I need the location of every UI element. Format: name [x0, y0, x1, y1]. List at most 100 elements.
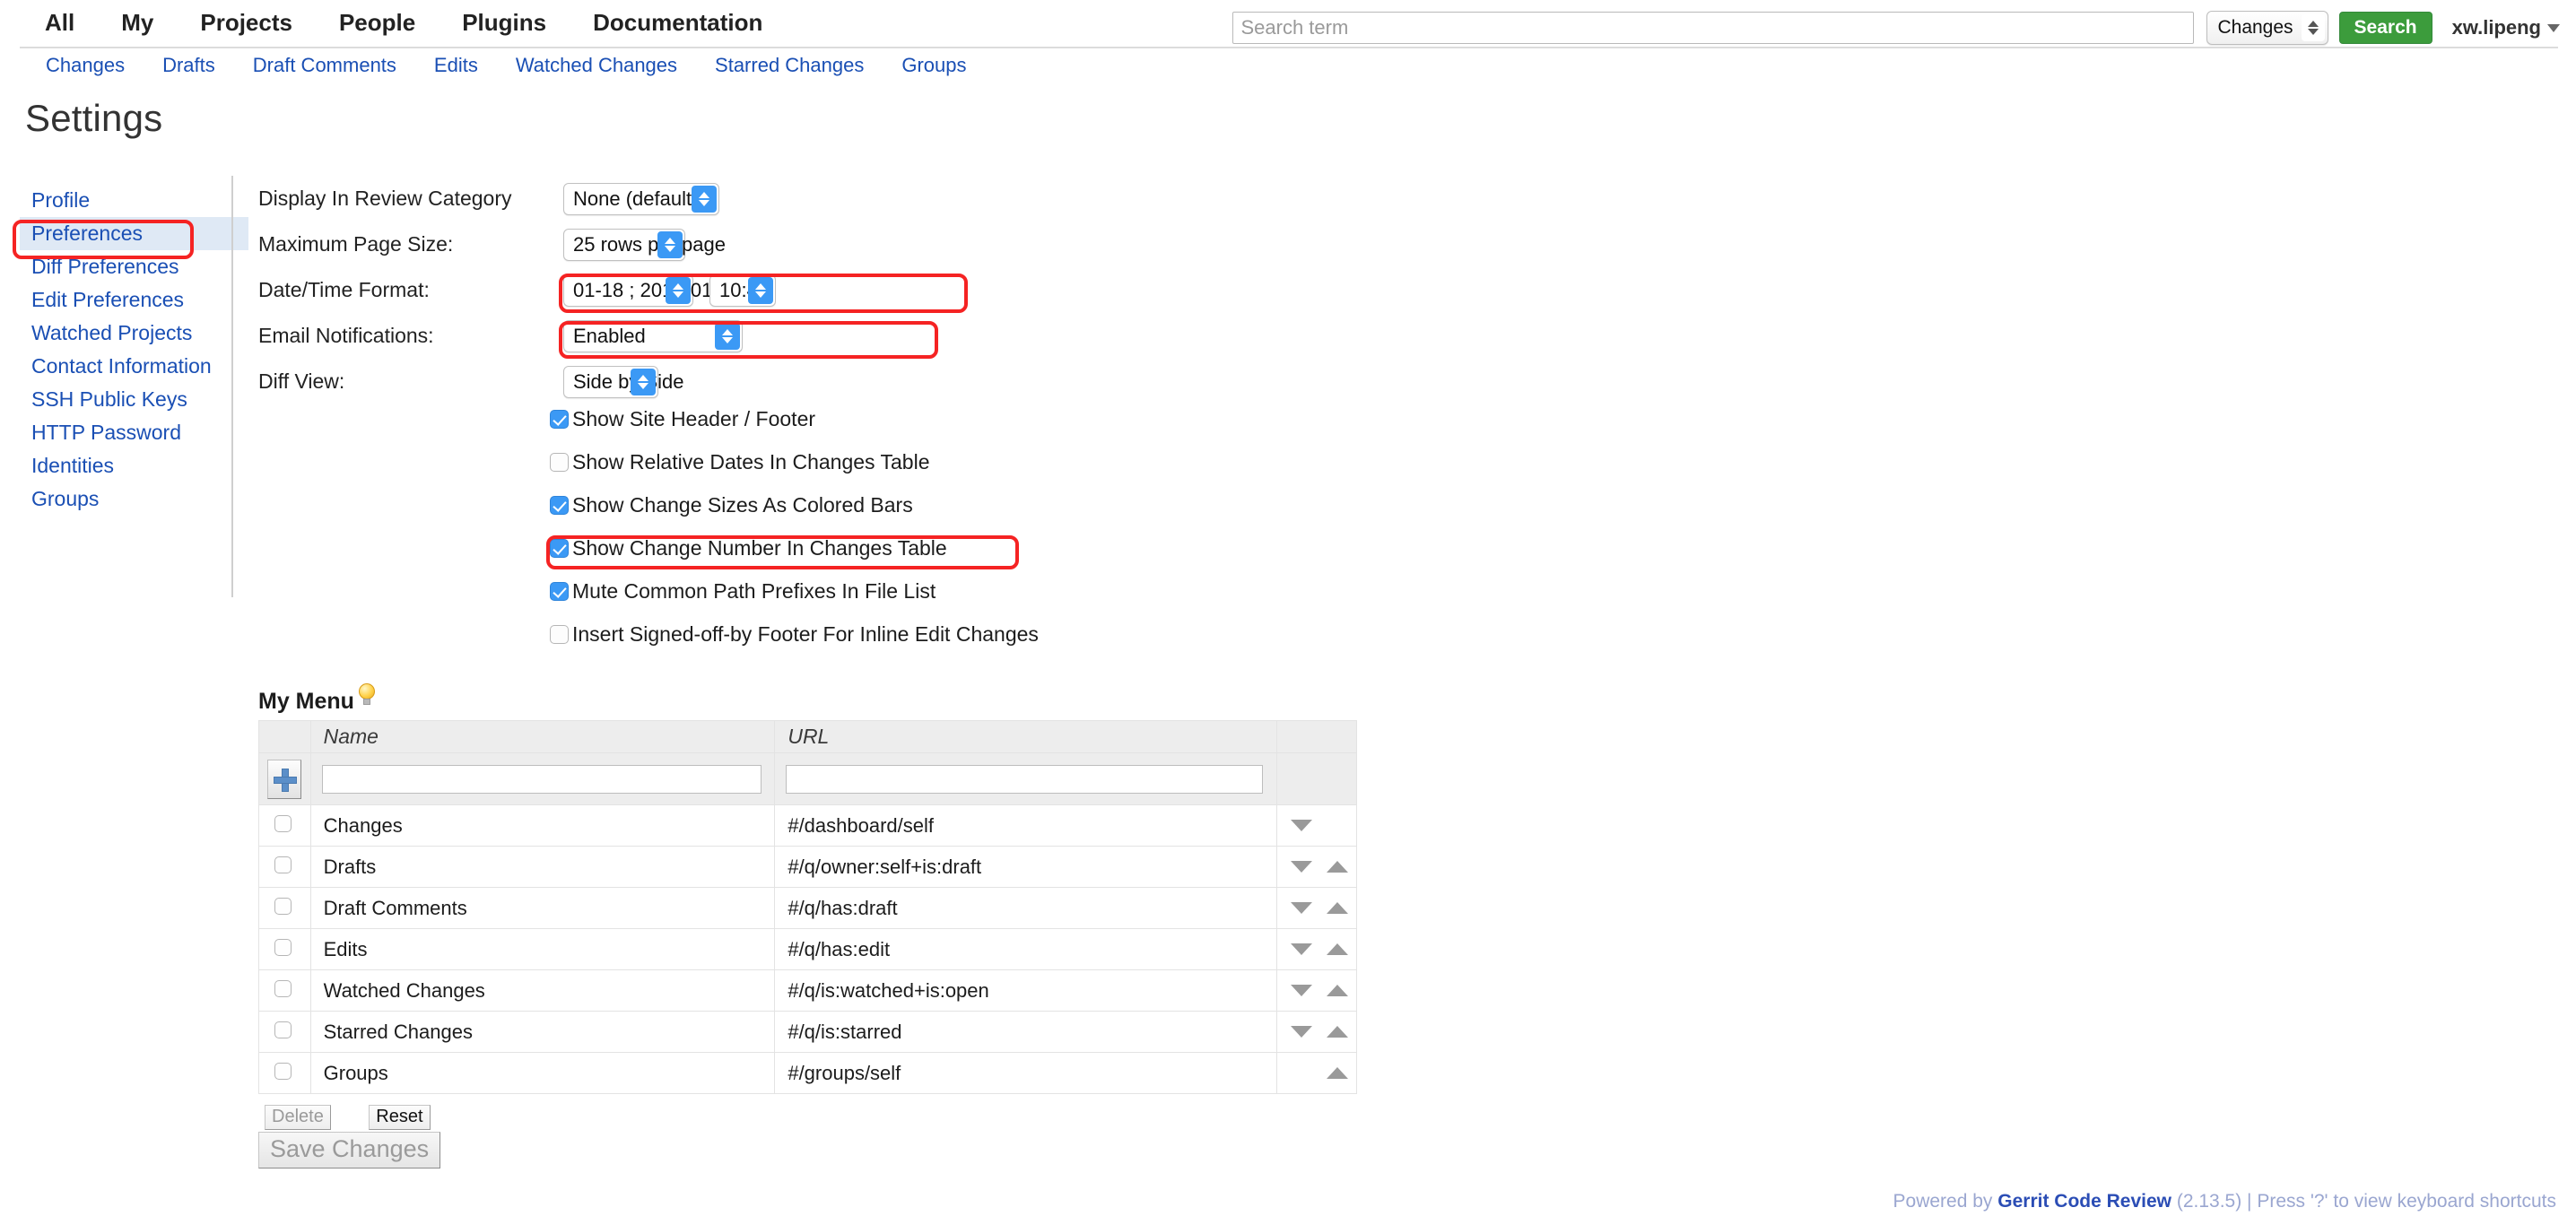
row-name: Changes: [309, 804, 776, 847]
row-checkbox[interactable]: [274, 1021, 292, 1038]
delete-button[interactable]: Delete: [265, 1105, 331, 1130]
checkbox-row-show-relative-dates: Show Relative Dates In Changes Table: [550, 449, 1039, 473]
move-up-icon[interactable]: [1327, 984, 1349, 996]
add-row-button-cell: [258, 752, 311, 805]
new-item-name-cell: [309, 752, 776, 805]
row-select-cell: [258, 846, 311, 888]
sub-nav-changes[interactable]: Changes: [27, 52, 144, 79]
row-reorder-cell: [1276, 1011, 1357, 1053]
sidebar-item-edit-preferences[interactable]: Edit Preferences: [20, 283, 226, 317]
maximum-page-size-select[interactable]: 25 rows per page: [563, 228, 726, 261]
table-row: Watched Changes #/q/is:watched+is:open: [258, 969, 1357, 1012]
move-down-icon[interactable]: [1291, 901, 1313, 914]
main-nav-people[interactable]: People: [316, 7, 439, 38]
top-bar: All My Projects People Plugins Documenta…: [0, 0, 2576, 47]
move-down-icon[interactable]: [1291, 943, 1313, 955]
search-input[interactable]: [1232, 12, 2195, 44]
sidebar-item-profile[interactable]: Profile: [20, 184, 226, 217]
move-up-icon[interactable]: [1327, 943, 1349, 955]
column-header-url: URL: [774, 720, 1278, 753]
checkbox-label: Show Change Number In Changes Table: [572, 535, 947, 560]
search-button[interactable]: Search: [2338, 12, 2432, 44]
sub-nav-starred-changes[interactable]: Starred Changes: [696, 52, 883, 79]
sidebar-item-contact-information[interactable]: Contact Information: [20, 350, 226, 383]
new-item-name-input[interactable]: [321, 764, 761, 794]
time-format-select[interactable]: 10:45: [709, 274, 776, 307]
label-display-in-review-category: Display In Review Category: [258, 187, 512, 210]
row-select-cell: [258, 928, 311, 970]
my-menu-table: Name URL Changes #/dashboard/self Drafts…: [258, 720, 1357, 1094]
move-down-icon[interactable]: [1291, 984, 1313, 996]
search-area: Changes Search xw.lipeng: [1232, 11, 2560, 45]
sub-nav-draft-comments[interactable]: Draft Comments: [234, 52, 415, 79]
move-up-icon[interactable]: [1327, 901, 1349, 914]
checkbox-show-site-header-footer[interactable]: [550, 409, 569, 429]
checkbox-show-relative-dates[interactable]: [550, 452, 569, 472]
my-menu-header: My Menu: [258, 683, 377, 715]
label-diff-view: Diff View:: [258, 369, 345, 393]
add-icon[interactable]: [267, 759, 302, 799]
sidebar-item-identities[interactable]: Identities: [20, 449, 226, 482]
main-nav-my[interactable]: My: [98, 7, 177, 38]
row-diff-view: Diff View: Side by Side: [258, 359, 776, 404]
row-display-in-review-category: Display In Review Category None (default…: [258, 176, 776, 222]
date-format-select[interactable]: 01-18 ; 2017-01-18: [563, 274, 741, 307]
new-item-url-input[interactable]: [786, 764, 1264, 794]
reset-button[interactable]: Reset: [369, 1105, 431, 1130]
checkbox-insert-signed-off-by[interactable]: [550, 624, 569, 644]
checkbox-row-show-change-sizes: Show Change Sizes As Colored Bars: [550, 493, 1039, 517]
footer-brand-link[interactable]: Gerrit Code Review: [1997, 1191, 2171, 1212]
sidebar-item-http-password[interactable]: HTTP Password: [20, 416, 226, 449]
my-menu-add-row-body: [258, 752, 1357, 805]
display-in-review-category-select[interactable]: None (default): [563, 182, 719, 215]
sidebar-item-preferences[interactable]: Preferences: [20, 217, 248, 250]
preference-checkbox-list: Show Site Header / Footer Show Relative …: [550, 407, 1039, 666]
label-email-notifications: Email Notifications:: [258, 324, 434, 347]
stepper-icon: [715, 322, 740, 350]
sidebar-divider: [231, 176, 233, 597]
sidebar-item-watched-projects[interactable]: Watched Projects: [20, 317, 226, 350]
header-divider: [20, 47, 2558, 48]
stepper-icon: [748, 276, 773, 304]
checkbox-show-change-number[interactable]: [550, 538, 569, 558]
checkbox-mute-common-path-prefixes[interactable]: [550, 581, 569, 601]
row-name: Groups: [309, 1052, 776, 1094]
move-down-icon[interactable]: [1291, 1025, 1313, 1038]
sidebar-item-diff-preferences[interactable]: Diff Preferences: [20, 250, 226, 283]
checkbox-label: Show Relative Dates In Changes Table: [572, 449, 930, 473]
my-menu-table-head: Name URL: [258, 720, 1357, 753]
save-changes-button[interactable]: Save Changes: [258, 1132, 441, 1169]
row-checkbox[interactable]: [274, 938, 292, 956]
checkbox-row-show-change-number: Show Change Number In Changes Table: [550, 535, 1039, 560]
main-nav-projects[interactable]: Projects: [177, 7, 316, 38]
main-nav-all[interactable]: All: [27, 7, 98, 38]
sub-nav-groups[interactable]: Groups: [883, 52, 985, 79]
move-up-icon[interactable]: [1327, 860, 1349, 873]
email-notifications-select[interactable]: Enabled: [563, 319, 743, 352]
row-checkbox[interactable]: [274, 979, 292, 997]
row-checkbox[interactable]: [274, 897, 292, 915]
main-nav-documentation[interactable]: Documentation: [570, 7, 786, 38]
move-up-icon[interactable]: [1327, 1066, 1349, 1079]
user-menu[interactable]: xw.lipeng: [2452, 16, 2560, 39]
move-down-icon[interactable]: [1291, 819, 1313, 831]
sub-nav-edits[interactable]: Edits: [415, 52, 497, 79]
move-up-icon[interactable]: [1327, 1025, 1349, 1038]
sidebar-item-groups[interactable]: Groups: [20, 482, 226, 516]
sub-nav-watched-changes[interactable]: Watched Changes: [497, 52, 696, 79]
row-checkbox[interactable]: [274, 1062, 292, 1080]
table-row: Groups #/groups/self: [258, 1052, 1357, 1094]
main-nav-plugins[interactable]: Plugins: [439, 7, 570, 38]
checkbox-show-change-sizes[interactable]: [550, 495, 569, 515]
sidebar-item-ssh-public-keys[interactable]: SSH Public Keys: [20, 383, 226, 416]
sub-nav-drafts[interactable]: Drafts: [144, 52, 234, 79]
row-url: #/groups/self: [774, 1052, 1278, 1094]
my-menu-title: My Menu: [258, 689, 354, 714]
diff-view-select[interactable]: Side by Side: [563, 365, 684, 398]
row-checkbox[interactable]: [274, 814, 292, 832]
row-checkbox[interactable]: [274, 856, 292, 873]
page-title: Settings: [25, 97, 163, 139]
move-down-icon[interactable]: [1291, 860, 1313, 873]
search-scope-select[interactable]: Changes: [2206, 11, 2328, 45]
row-reorder-cell: [1276, 887, 1357, 929]
